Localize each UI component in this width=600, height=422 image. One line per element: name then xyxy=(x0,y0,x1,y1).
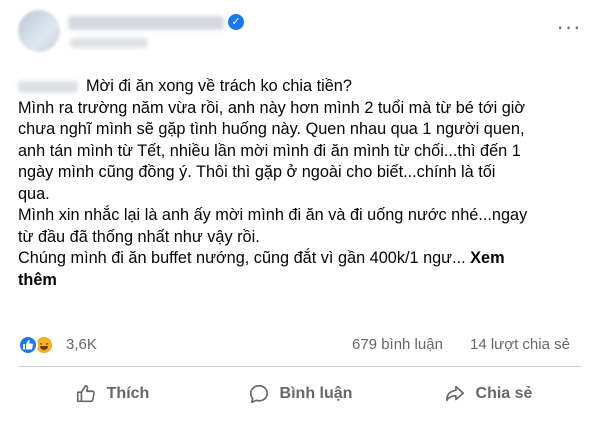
post-line: qua. xyxy=(18,184,50,203)
post-line: từ đầu đã thống nhất như vậy rồi. xyxy=(18,227,260,246)
share-button[interactable]: Chia sẻ xyxy=(394,372,582,416)
like-icon xyxy=(18,335,38,355)
divider xyxy=(18,366,582,367)
share-arrow-icon xyxy=(445,385,464,402)
post-line: Chúng mình đi ăn buffet nướng, cũng đắt … xyxy=(18,248,590,270)
action-bar: Thích Bình luận Chia sẻ xyxy=(18,372,582,416)
like-button[interactable]: Thích xyxy=(18,372,206,416)
comment-label: Bình luận xyxy=(279,385,353,402)
like-label: Thích xyxy=(106,385,150,402)
post-stats: 3,6K 679 bình luận 14 lượt chia sẻ xyxy=(18,333,588,357)
post-timestamp-blurred[interactable] xyxy=(70,38,148,48)
comment-icon xyxy=(249,384,268,404)
post-line-text: Chúng mình đi ăn buffet nướng, cũng đắt … xyxy=(18,249,471,267)
post-line-text: Mời đi ăn xong về trách ko chia tiền? xyxy=(86,77,352,95)
post-body: Mời đi ăn xong về trách ko chia tiền? Mì… xyxy=(18,76,590,291)
post-line: Mình xin nhắc lại là anh ấy mời mình đi … xyxy=(18,206,528,224)
check-badge-icon: ✓ xyxy=(228,14,244,30)
post-line: Mời đi ăn xong về trách ko chia tiền? xyxy=(18,76,590,98)
shares-count[interactable]: 14 lượt chia sẻ xyxy=(470,336,570,353)
post-header: ✓ ··· xyxy=(10,6,590,54)
facebook-post: ✓ ··· Mời đi ăn xong về trách ko chia ti… xyxy=(0,0,600,422)
post-line: anh tán mình từ Tết, nhiều lần mời mình … xyxy=(18,141,521,160)
see-more-link[interactable]: Xem xyxy=(470,249,504,267)
ellipsis-icon[interactable]: ··· xyxy=(556,16,582,40)
author-avatar[interactable] xyxy=(18,10,60,52)
author-name-blurred[interactable] xyxy=(68,16,224,30)
blurred-prefix xyxy=(18,80,78,93)
thumbs-up-icon xyxy=(76,384,95,403)
comment-button[interactable]: Bình luận xyxy=(206,372,394,416)
see-more-link-cont[interactable]: thêm xyxy=(18,271,57,289)
post-line: ngày mình cũng đồng ý. Thôi thì gặp ở ng… xyxy=(18,163,496,181)
comments-count[interactable]: 679 bình luận xyxy=(352,336,443,353)
post-line: chưa nghĩ mình sẽ gặp tình huống này. Qu… xyxy=(18,120,525,138)
post-line: Mình ra trường năm vừa rồi, anh này hơn … xyxy=(18,98,526,117)
share-label: Chia sẻ xyxy=(475,385,533,402)
post-line: thêm xyxy=(18,270,590,292)
reaction-count[interactable]: 3,6K xyxy=(66,336,97,353)
